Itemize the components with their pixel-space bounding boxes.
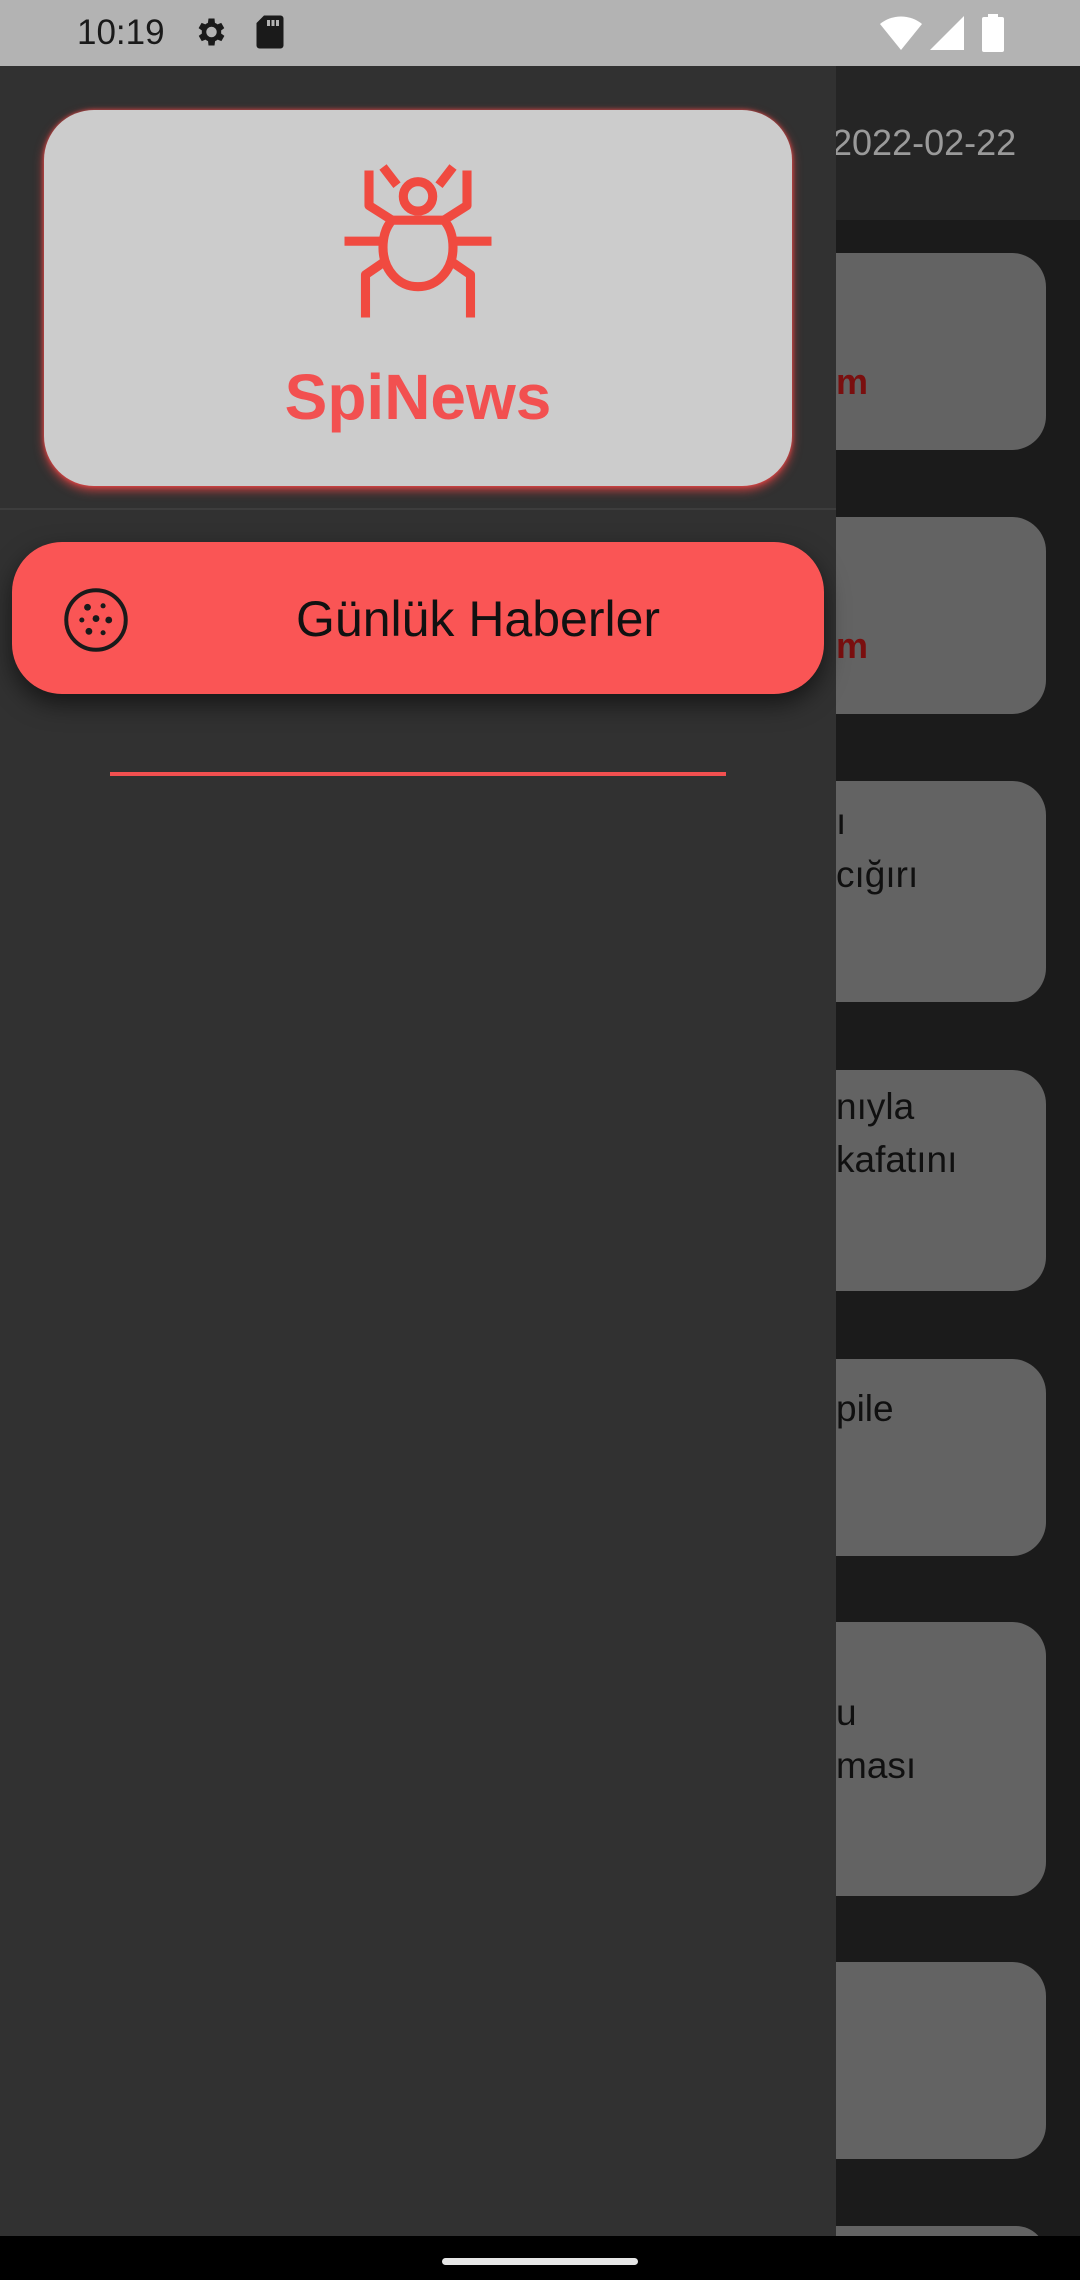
status-bar: 10:19 bbox=[0, 0, 1080, 66]
news-card-text: m bbox=[836, 625, 869, 666]
menu-item-label: Günlük Haberler bbox=[296, 591, 661, 647]
app-name: SpiNews bbox=[284, 361, 552, 433]
settings-icon bbox=[198, 18, 225, 46]
sd-card-icon bbox=[256, 15, 284, 49]
home-gesture-handle[interactable] bbox=[442, 2258, 638, 2265]
accent-divider bbox=[110, 772, 726, 776]
wifi-icon bbox=[880, 16, 922, 50]
battery-icon bbox=[982, 14, 1004, 52]
screen: 2022-02-22 m m ı cığırı nıyla kafatını p… bbox=[0, 0, 1080, 2280]
drawer-header: SpiNews bbox=[44, 110, 792, 486]
news-card-text: pile bbox=[836, 1388, 894, 1429]
navigation-drawer: SpiNews Günlük Haberler bbox=[0, 66, 836, 2236]
app-bar-date: 2022-02-22 bbox=[832, 122, 1017, 163]
news-card-text: ı cığırı bbox=[836, 801, 919, 895]
news-card-text: nıyla kafatını bbox=[836, 1086, 958, 1180]
menu-item-daily-news[interactable]: Günlük Haberler bbox=[12, 542, 824, 694]
drawer-divider bbox=[0, 508, 836, 510]
navigation-bar bbox=[0, 2236, 1080, 2280]
news-card-text: m bbox=[836, 361, 869, 402]
spider-icon bbox=[344, 164, 492, 318]
cell-signal-icon bbox=[930, 16, 964, 50]
news-card-text: u ması bbox=[836, 1692, 917, 1786]
status-time: 10:19 bbox=[77, 13, 165, 52]
cookie-icon bbox=[64, 588, 128, 652]
